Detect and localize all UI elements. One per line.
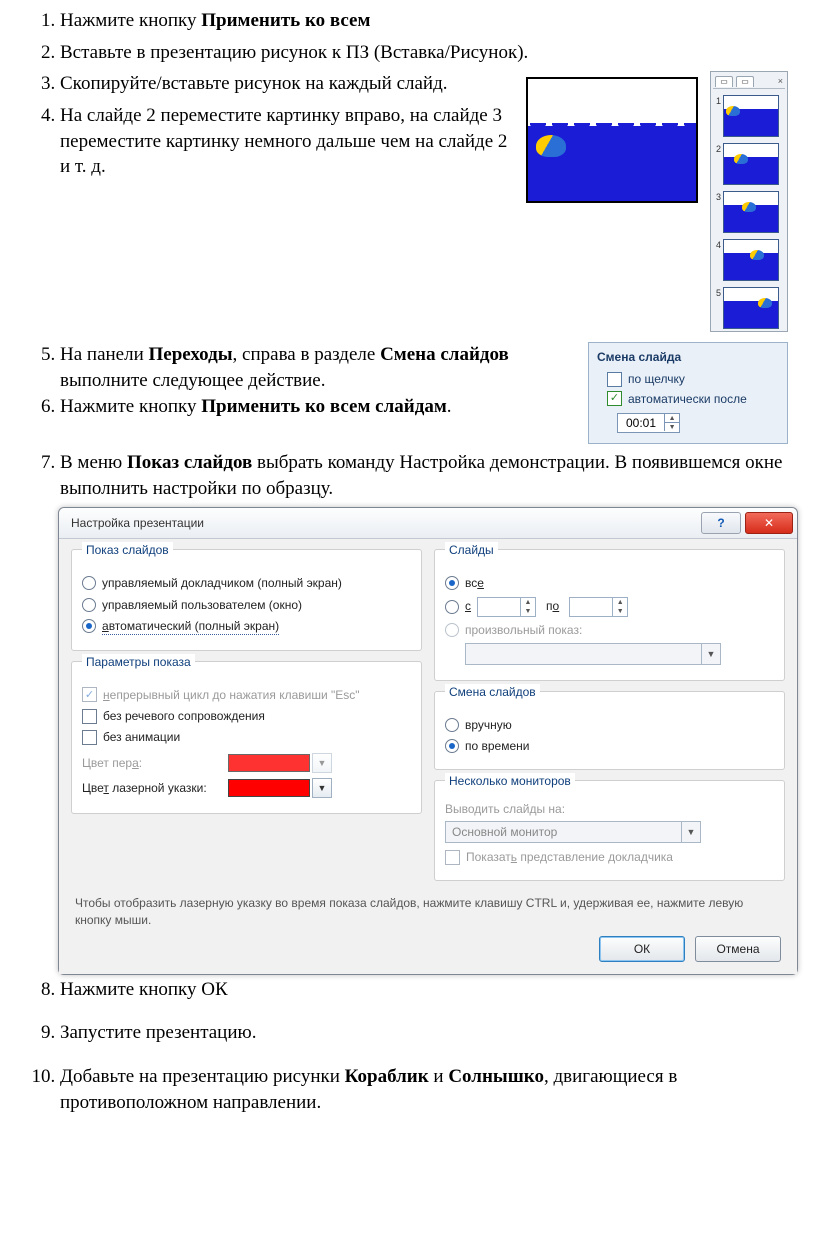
radio-custom-show: произвольный показ:: [445, 622, 774, 638]
checkbox-icon: [82, 730, 97, 745]
radio-icon: [82, 576, 96, 590]
tab-outline-icon[interactable]: ▭: [736, 76, 754, 87]
radio-user-window[interactable]: управляемый пользователем (окно): [82, 597, 411, 613]
group-legend: Слайды: [445, 542, 498, 558]
radio-icon: [445, 600, 459, 614]
from-spinner[interactable]: ▲▼: [477, 597, 536, 617]
help-button[interactable]: ?: [701, 512, 741, 534]
monitor-output-label: Выводить слайды на:: [445, 801, 774, 817]
radio-disabled-icon: [445, 623, 459, 637]
checkbox-checked-icon: [607, 391, 622, 406]
dialog-titlebar: Настройка презентации ? ✕: [59, 508, 797, 539]
group-legend: Несколько мониторов: [445, 773, 575, 789]
slide-thumbnail-panel: ▭ ▭ × 1 2 3 4: [710, 71, 788, 332]
chevron-down-icon: ▼: [701, 644, 720, 664]
laser-color-swatch: [228, 779, 310, 797]
radio-slides-range[interactable]: с ▲▼ по ▲▼: [445, 597, 774, 617]
on-mouse-click-checkbox[interactable]: по щелчку: [607, 371, 779, 387]
ok-button[interactable]: ОК: [599, 936, 685, 962]
step-5: На панели Переходы, справа в разделе Сме…: [60, 342, 576, 393]
laser-color-dropdown[interactable]: ▼: [312, 778, 332, 798]
check-no-narration[interactable]: без речевого сопровождения: [82, 708, 411, 724]
pen-color-dropdown: ▼: [312, 753, 332, 773]
step-8: Нажмите кнопку ОК: [60, 977, 788, 1003]
step-6: Нажмите кнопку Применить ко всем слайдам…: [60, 394, 576, 420]
arrow-down-icon[interactable]: ▼: [665, 423, 679, 431]
group-advance-slides: Смена слайдов вручную по времени: [434, 691, 785, 770]
group-show-type: Показ слайдов управляемый докладчиком (п…: [71, 549, 422, 651]
slide-thumb-5[interactable]: 5: [713, 287, 785, 329]
arrow-up-icon[interactable]: ▲: [665, 414, 679, 423]
text: Нажмите кнопку: [60, 10, 201, 31]
chevron-down-icon: ▼: [681, 822, 700, 842]
slide-thumb-4[interactable]: 4: [713, 239, 785, 281]
advance-after-checkbox[interactable]: автоматически после: [607, 391, 779, 407]
thumb-number: 1: [713, 95, 721, 107]
thumbnail-tabs: ▭ ▭ ×: [713, 74, 785, 89]
step-3-4-block: Скопируйте/вставьте рисунок на каждый сл…: [28, 71, 788, 332]
step-2: Вставьте в презентацию рисунок к ПЗ (Вст…: [60, 40, 788, 66]
step-3: Скопируйте/вставьте рисунок на каждый сл…: [60, 71, 514, 97]
advance-slide-panel: Смена слайда по щелчку автоматически пос…: [588, 342, 788, 444]
to-spinner[interactable]: ▲▼: [569, 597, 628, 617]
close-icon[interactable]: ×: [778, 75, 783, 87]
checkbox-icon: [82, 709, 97, 724]
laser-pointer-hint: Чтобы отобразить лазерную указку во врем…: [75, 895, 781, 927]
checkbox-checked-icon: [82, 687, 97, 702]
step-4: На слайде 2 переместите картинку вправо,…: [60, 103, 514, 180]
check-loop-esc: непрерывный цикл до нажатия клавиши "Esc…: [82, 687, 411, 703]
thumb-number: 2: [713, 143, 721, 155]
step-10: Добавьте на презентацию рисунки Кораблик…: [60, 1064, 788, 1115]
thumb-number: 4: [713, 239, 721, 251]
panel-header: Смена слайда: [597, 349, 779, 365]
radio-slides-all[interactable]: все: [445, 575, 774, 591]
slide-thumb-2[interactable]: 2: [713, 143, 785, 185]
custom-show-combo: ▼: [465, 643, 721, 665]
pen-color-row: Цвет пера: ▼: [82, 753, 411, 773]
checkbox-icon: [607, 372, 622, 387]
group-slides-range: Слайды все с ▲▼ по ▲▼ произвольный: [434, 549, 785, 680]
group-show-options: Параметры показа непрерывный цикл до наж…: [71, 661, 422, 815]
thumb-number: 3: [713, 191, 721, 203]
radio-advance-manual[interactable]: вручную: [445, 717, 774, 733]
step-5-6-block: На панели Переходы, справа в разделе Сме…: [28, 342, 788, 444]
slide-large-preview: [526, 77, 698, 203]
pen-color-swatch: [228, 754, 310, 772]
group-legend: Смена слайдов: [445, 684, 540, 700]
monitor-output-combo: Основной монитор ▼: [445, 821, 701, 843]
advance-time-spinner[interactable]: 00:01 ▲▼: [617, 413, 680, 433]
radio-icon: [445, 718, 459, 732]
fish-icon: [536, 135, 566, 157]
bold: Применить ко всем: [201, 10, 370, 31]
check-no-animation[interactable]: без анимации: [82, 729, 411, 745]
radio-icon: [82, 598, 96, 612]
slide-thumb-3[interactable]: 3: [713, 191, 785, 233]
step-1: Нажмите кнопку Применить ко всем: [60, 8, 788, 34]
dialog-title: Настройка презентации: [71, 515, 697, 531]
radio-presenter-full[interactable]: управляемый докладчиком (полный экран): [82, 575, 411, 591]
radio-checked-icon: [445, 739, 459, 753]
radio-kiosk-full[interactable]: автоматический (полный экран): [82, 618, 411, 635]
radio-advance-timing[interactable]: по времени: [445, 738, 774, 754]
radio-checked-icon: [82, 619, 96, 633]
instruction-list-cont: Нажмите кнопку ОК Запустите презентацию.…: [28, 977, 788, 1116]
radio-checked-icon: [445, 576, 459, 590]
laser-color-row[interactable]: Цвет лазерной указки: ▼: [82, 778, 411, 798]
thumb-number: 5: [713, 287, 721, 299]
tab-slides-icon[interactable]: ▭: [715, 76, 733, 87]
group-multiple-monitors: Несколько мониторов Выводить слайды на: …: [434, 780, 785, 881]
close-button[interactable]: ✕: [745, 512, 793, 534]
group-legend: Параметры показа: [82, 654, 195, 670]
cancel-button[interactable]: Отмена: [695, 936, 781, 962]
step-7: В меню Показ слайдов выбрать команду Нас…: [60, 450, 788, 501]
step-9: Запустите презентацию.: [60, 1020, 788, 1046]
setup-show-dialog: Настройка презентации ? ✕ Показ слайдов …: [58, 507, 798, 975]
slide-thumb-1[interactable]: 1: [713, 95, 785, 137]
instruction-list: Нажмите кнопку Применить ко всем Вставьт…: [28, 8, 788, 501]
check-presenter-view: Показать представление докладчика: [445, 849, 774, 865]
checkbox-icon: [445, 850, 460, 865]
group-legend: Показ слайдов: [82, 542, 173, 558]
